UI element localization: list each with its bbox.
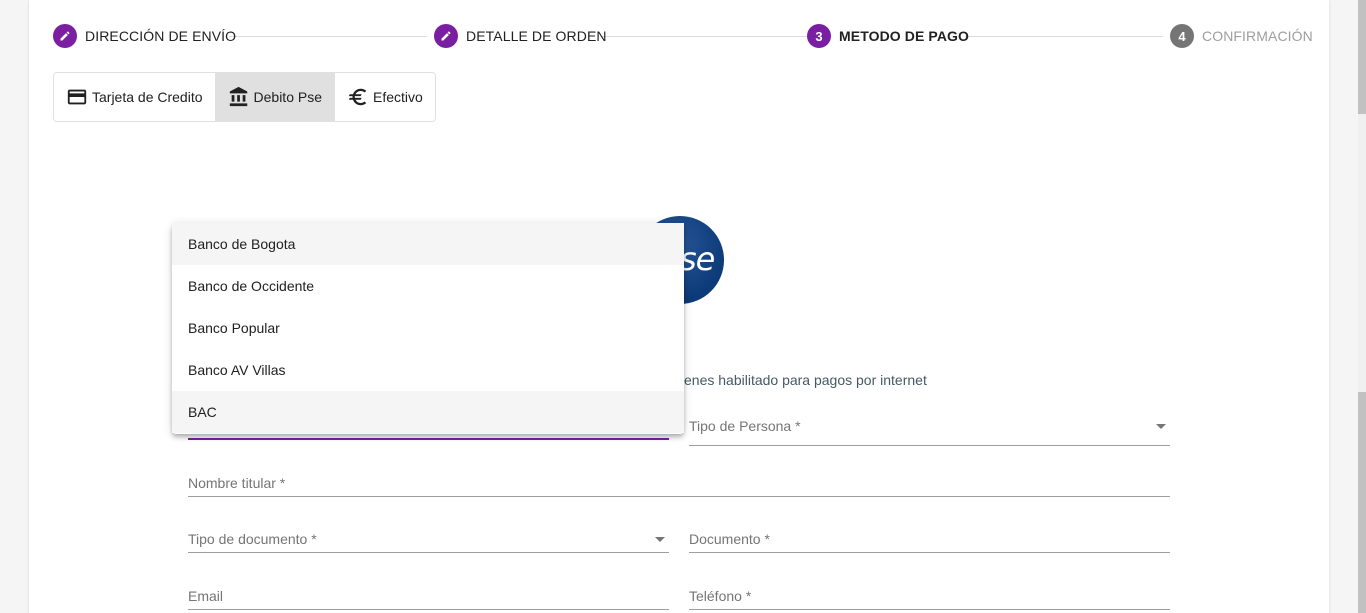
bank-option[interactable]: Banco Popular — [172, 307, 684, 349]
step-metodo-pago[interactable]: 3 METODO DE PAGO — [807, 23, 969, 49]
email-field[interactable]: Email — [188, 586, 669, 610]
documento-field[interactable]: Documento * — [689, 529, 1170, 553]
scrollbar-thumb[interactable] — [1358, 392, 1366, 613]
chevron-down-icon — [655, 537, 665, 542]
bank-dropdown-panel: Banco de Bogota Banco de Occidente Banco… — [172, 223, 684, 434]
bank-option[interactable]: Banco de Bogota — [172, 223, 684, 265]
bank-icon — [229, 86, 247, 107]
debito-pse-button[interactable]: Debito Pse — [215, 73, 335, 121]
email-label: Email — [188, 588, 224, 604]
step-label: CONFIRMACIÓN — [1202, 28, 1313, 44]
tipo-persona-select[interactable]: Tipo de Persona * — [689, 416, 1170, 446]
step-connector — [601, 36, 807, 37]
tipo-persona-label: Tipo de Persona * — [689, 418, 801, 434]
step-connector — [965, 36, 1163, 37]
step-direccion-envio[interactable]: DIRECCIÓN DE ENVÍO — [53, 23, 236, 49]
nombre-titular-field[interactable]: Nombre titular * — [188, 473, 1170, 497]
edit-icon — [53, 24, 77, 48]
bank-option[interactable]: Banco de Occidente — [172, 265, 684, 307]
toggle-label: Efectivo — [373, 89, 423, 105]
chevron-down-icon — [1156, 424, 1166, 429]
tipo-documento-select[interactable]: Tipo de documento * — [188, 529, 669, 553]
documento-label: Documento * — [689, 531, 770, 547]
step-number-badge: 3 — [807, 24, 831, 48]
pse-logo-text: se — [680, 240, 715, 278]
tarjeta-credito-button[interactable]: Tarjeta de Credito — [54, 73, 216, 121]
step-label: DETALLE DE ORDEN — [466, 28, 607, 44]
step-number-badge: 4 — [1170, 24, 1194, 48]
telefono-field[interactable]: Teléfono * — [689, 586, 1170, 610]
step-detalle-orden[interactable]: DETALLE DE ORDEN — [434, 23, 607, 49]
credit-card-icon — [67, 89, 87, 105]
page-scrollbar[interactable] — [1358, 0, 1366, 613]
pse-info-text-visible: tienes habilitado para pagos por interne… — [677, 372, 927, 388]
edit-icon — [434, 24, 458, 48]
nombre-titular-label: Nombre titular * — [188, 475, 286, 491]
toggle-label: Debito Pse — [253, 89, 322, 105]
euro-icon — [348, 88, 367, 106]
step-connector — [229, 36, 427, 37]
bank-option[interactable]: BAC — [172, 391, 684, 433]
checkout-stepper: DIRECCIÓN DE ENVÍO DETALLE DE ORDEN 3 ME… — [53, 23, 1313, 49]
efectivo-button[interactable]: Efectivo — [335, 73, 435, 121]
telefono-label: Teléfono * — [689, 588, 752, 604]
tipo-documento-label: Tipo de documento * — [188, 531, 317, 547]
step-confirmacion[interactable]: 4 CONFIRMACIÓN — [1170, 23, 1313, 49]
payment-method-toggle-group: Tarjeta de Credito Debito Pse Efectivo — [53, 72, 436, 122]
scrollbar-thumb[interactable] — [1358, 0, 1366, 114]
toggle-label: Tarjeta de Credito — [92, 89, 203, 105]
bank-option[interactable]: Banco AV Villas — [172, 349, 684, 391]
step-label: DIRECCIÓN DE ENVÍO — [85, 28, 237, 44]
step-label: METODO DE PAGO — [839, 28, 970, 44]
